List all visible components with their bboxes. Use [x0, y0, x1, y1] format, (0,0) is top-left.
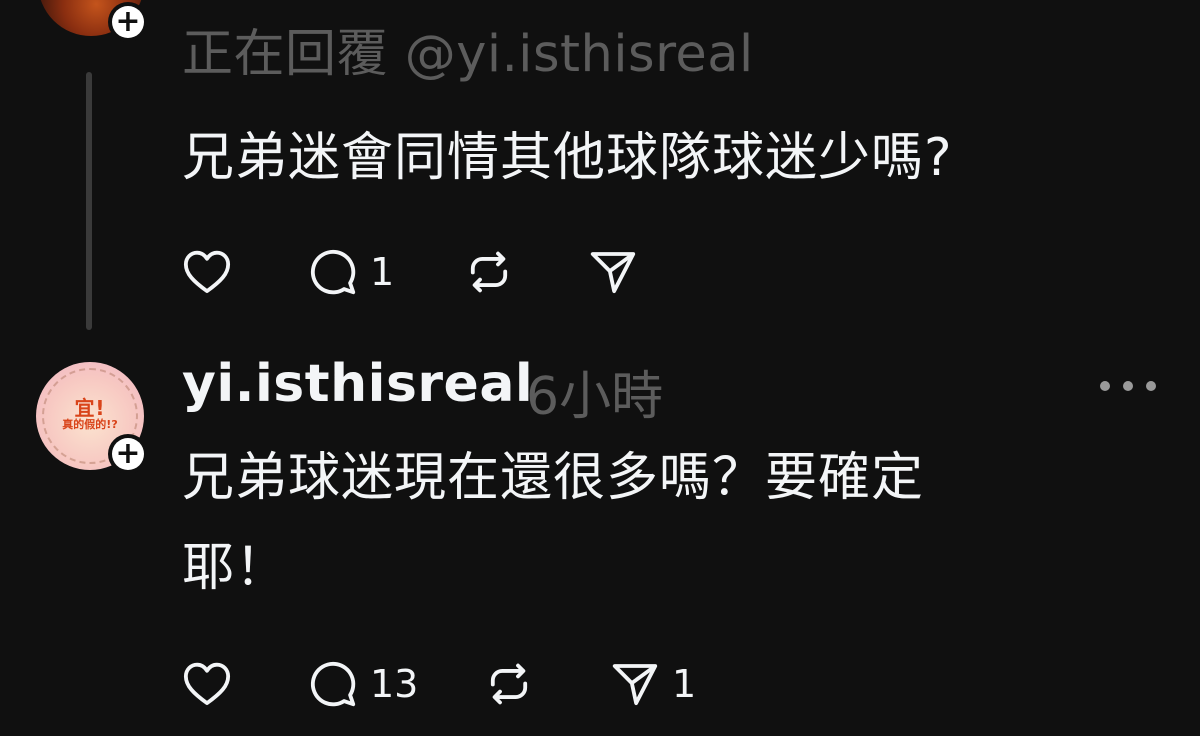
more-dot — [1123, 381, 1133, 391]
username[interactable]: yi.isthisreal — [182, 354, 533, 414]
post-text: 兄弟迷會同情其他球隊球迷少嗎? — [182, 128, 953, 188]
more-dots-icon — [1100, 381, 1110, 391]
replying-to-label[interactable]: 正在回覆 @yi.isthisreal — [182, 12, 754, 86]
like-button[interactable] — [180, 656, 244, 712]
repost-button[interactable] — [482, 656, 546, 712]
thread-connector-line — [86, 72, 92, 330]
share-button[interactable] — [586, 244, 650, 300]
share-count: 1 — [672, 662, 697, 706]
comment-bubble-icon — [310, 661, 356, 707]
heart-icon — [183, 662, 231, 706]
thread-view: + 正在回覆 @yi.isthisreal 兄弟迷會同情其他球隊球迷少嗎? 1 — [0, 0, 1200, 736]
repost-button[interactable] — [462, 244, 526, 300]
send-icon — [590, 252, 636, 294]
follow-button[interactable]: + — [108, 434, 148, 474]
more-dot — [1146, 381, 1156, 391]
avatar-logo-subtext: 真的假的!? — [62, 418, 118, 431]
send-icon — [612, 664, 658, 706]
comment-button[interactable]: 13 — [306, 656, 418, 712]
plus-icon: + — [112, 6, 144, 38]
like-button[interactable] — [180, 244, 244, 300]
comment-count: 13 — [370, 662, 419, 706]
post-text-line-2: 耶！ — [182, 538, 289, 598]
repost-icon — [490, 663, 528, 705]
post-text-line-1: 兄弟球迷現在還很多嗎？要確定 — [182, 448, 925, 508]
share-button[interactable]: 1 — [608, 656, 696, 712]
timestamp: 6小時 — [526, 367, 664, 427]
more-options-button[interactable] — [1100, 364, 1156, 408]
follow-button[interactable]: + — [108, 2, 148, 42]
comment-button[interactable]: 1 — [306, 244, 394, 300]
comment-count: 1 — [370, 250, 395, 294]
plus-icon: + — [112, 438, 144, 470]
repost-icon — [470, 251, 508, 293]
heart-icon — [183, 250, 231, 294]
comment-bubble-icon — [310, 249, 356, 295]
